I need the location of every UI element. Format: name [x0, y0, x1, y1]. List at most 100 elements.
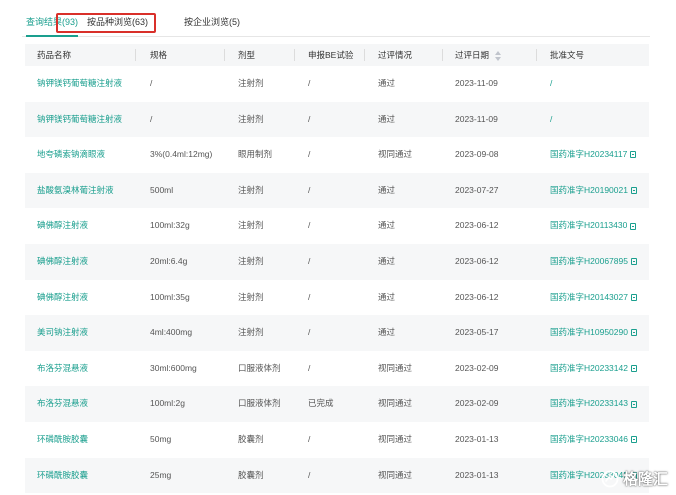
cell-drug-name-text: 布洛芬混悬液	[37, 362, 89, 373]
cell-evaluation-date-text: 2023-05-17	[455, 327, 499, 338]
cell-approval-number-text: /	[550, 78, 553, 88]
cell-dosage-form-text: 注射剂	[238, 291, 264, 302]
cell-evaluation-status-text: 视同通过	[378, 149, 413, 160]
cell-evaluation-date-text: 2023-06-12	[455, 255, 499, 266]
cell-approval-number[interactable]: 国药准字H20113430	[550, 208, 637, 244]
document-icon[interactable]	[630, 258, 637, 266]
cell-drug-name[interactable]: 环磷酰胺胶囊	[37, 458, 88, 494]
cell-approval-number[interactable]: 国药准字H20233046	[550, 422, 637, 458]
cell-spec: 3%(0.4ml:12mg)	[150, 137, 212, 173]
document-icon[interactable]	[630, 400, 637, 408]
document-icon[interactable]	[630, 293, 637, 301]
cell-spec: 100ml:35g	[150, 280, 190, 316]
cell-approval-number[interactable]: /	[550, 66, 552, 102]
tab-browse-by-variety[interactable]: 按品种浏览(63)	[87, 8, 148, 36]
cell-drug-name[interactable]: 地夸磷索钠滴眼液	[37, 137, 105, 173]
cell-be-trial: /	[308, 244, 310, 280]
cell-evaluation-status-text: 通过	[378, 184, 396, 195]
cell-evaluation-date: 2023-09-08	[455, 137, 498, 173]
document-icon[interactable]	[630, 187, 637, 195]
cell-approval-number[interactable]: 国药准字H20143027	[550, 280, 637, 316]
cell-be-trial: /	[308, 102, 310, 138]
cell-drug-name[interactable]: 环磷酰胺胶囊	[37, 422, 88, 458]
header-be-trial: 申报BE试验	[308, 50, 354, 60]
cell-drug-name[interactable]: 碘佛醇注射液	[37, 208, 88, 244]
cell-spec-text: 20ml:6.4g	[150, 255, 188, 266]
document-icon[interactable]	[630, 222, 637, 230]
header-divider	[294, 49, 295, 61]
tab-query-results[interactable]: 查询结果(93)	[26, 8, 79, 37]
cell-dosage-form-text: 口服液体剂	[238, 398, 281, 409]
cell-spec-text: 100ml:32g	[150, 220, 190, 231]
document-icon[interactable]	[630, 365, 637, 372]
cell-dosage-form: 口服液体剂	[238, 351, 281, 387]
cell-approval-number[interactable]: 国药准字H20233142	[550, 351, 637, 387]
cell-evaluation-status-text: 视同通过	[378, 469, 413, 480]
tab-browse-by-company[interactable]: 按企业浏览(5)	[184, 8, 240, 36]
cell-be-trial-text: /	[308, 149, 311, 160]
table-row: 环磷酰胺胶囊 25mg 胶囊剂 / 视同通过 2023-01-13 国药准字H2023304…	[25, 457, 649, 494]
cell-drug-name[interactable]: 钠钾镁钙葡萄糖注射液	[37, 102, 122, 138]
cell-spec-text: 3%(0.4ml:12mg)	[150, 149, 213, 160]
cell-drug-name[interactable]: 布洛芬混悬液	[37, 351, 88, 387]
cell-drug-name[interactable]: 碘佛醇注射液	[37, 244, 88, 280]
cell-spec: 500ml	[150, 173, 173, 209]
cell-evaluation-date: 2023-01-13	[455, 422, 498, 458]
header-spec: 规格	[150, 50, 168, 60]
document-icon[interactable]	[630, 151, 637, 159]
cell-approval-number-text: 国药准字H20067895	[550, 255, 628, 266]
cell-evaluation-status-text: 通过	[378, 220, 396, 231]
cell-evaluation-status: 视同通过	[378, 137, 412, 173]
cell-evaluation-status: 通过	[378, 315, 395, 351]
cell-be-trial-text: /	[308, 362, 311, 373]
cell-evaluation-date: 2023-07-27	[455, 173, 498, 209]
cell-spec: /	[150, 66, 152, 102]
cell-drug-name-text: 环磷酰胺胶囊	[37, 433, 89, 444]
cell-evaluation-date: 2023-05-17	[455, 315, 498, 351]
cell-approval-number[interactable]: 国药准字H20067895	[550, 244, 637, 280]
cell-evaluation-date: 2023-01-13	[455, 458, 498, 494]
cell-drug-name-text: 碘佛醇注射液	[37, 291, 89, 302]
cell-approval-number[interactable]: /	[550, 102, 552, 138]
cell-spec-text: 500ml	[150, 184, 174, 195]
cell-spec-text: 25mg	[150, 469, 172, 480]
cell-be-trial: /	[308, 66, 310, 102]
header-divider	[442, 49, 443, 61]
cell-evaluation-status-text: 视同通过	[378, 433, 413, 444]
cell-dosage-form: 注射剂	[238, 315, 264, 351]
cell-dosage-form: 注射剂	[238, 244, 264, 280]
cell-evaluation-status: 视同通过	[378, 351, 412, 387]
cell-approval-number-text: 国药准字H20143027	[550, 291, 628, 302]
cell-evaluation-status-text: 通过	[378, 255, 396, 266]
cell-be-trial-text: /	[308, 255, 311, 266]
cell-evaluation-status-text: 通过	[378, 78, 396, 88]
cell-be-trial: /	[308, 137, 310, 173]
cell-drug-name[interactable]: 美司钠注射液	[37, 315, 88, 351]
table-row: 钠钾镁钙葡萄糖注射液 / 注射剂 / 通过 2023-11-09 /	[25, 66, 649, 102]
cell-drug-name[interactable]: 布洛芬混悬液	[37, 386, 88, 422]
cell-dosage-form: 口服液体剂	[238, 386, 281, 422]
document-icon[interactable]	[630, 329, 637, 337]
document-icon[interactable]	[630, 436, 637, 444]
cell-approval-number[interactable]: 国药准字H20234117	[550, 137, 637, 173]
cell-evaluation-date-text: 2023-11-09	[455, 113, 498, 124]
cell-approval-number[interactable]: 国药准字H20233143	[550, 386, 637, 422]
cell-be-trial: /	[308, 422, 310, 458]
cell-dosage-form-text: 注射剂	[238, 78, 264, 88]
cell-evaluation-date: 2023-06-12	[455, 244, 498, 280]
cell-spec-text: 4ml:400mg	[150, 327, 193, 338]
cell-evaluation-date-text: 2023-02-09	[455, 398, 499, 409]
table-row: 布洛芬混悬液 100ml:2g 口服液体剂 已完成 视同通过 2023-02-09 国药准字…	[25, 386, 649, 422]
results-table: 药品名称 规格 剂型 申报BE试验 过评情况 过评日期 批准文号 钠钾镁钙葡萄糖…	[25, 44, 649, 494]
cell-approval-number-text: 国药准字H20233046	[550, 433, 628, 444]
cell-drug-name[interactable]: 盐酸氨溴林葡注射液	[37, 173, 114, 209]
cell-drug-name-text: 环磷酰胺胶囊	[37, 469, 89, 480]
cell-spec-text: /	[150, 113, 153, 124]
cell-approval-number[interactable]: 国药准字H20190021	[550, 173, 637, 209]
cell-drug-name[interactable]: 碘佛醇注射液	[37, 280, 88, 316]
sort-icon[interactable]	[495, 50, 502, 61]
cell-drug-name[interactable]: 钠钾镁钙葡萄糖注射液	[37, 66, 122, 102]
cell-approval-number-text: 国药准字H20234117	[550, 149, 628, 160]
cell-approval-number[interactable]: 国药准字H10950290	[550, 315, 637, 351]
header-evaluation-date[interactable]: 过评日期	[455, 44, 502, 66]
